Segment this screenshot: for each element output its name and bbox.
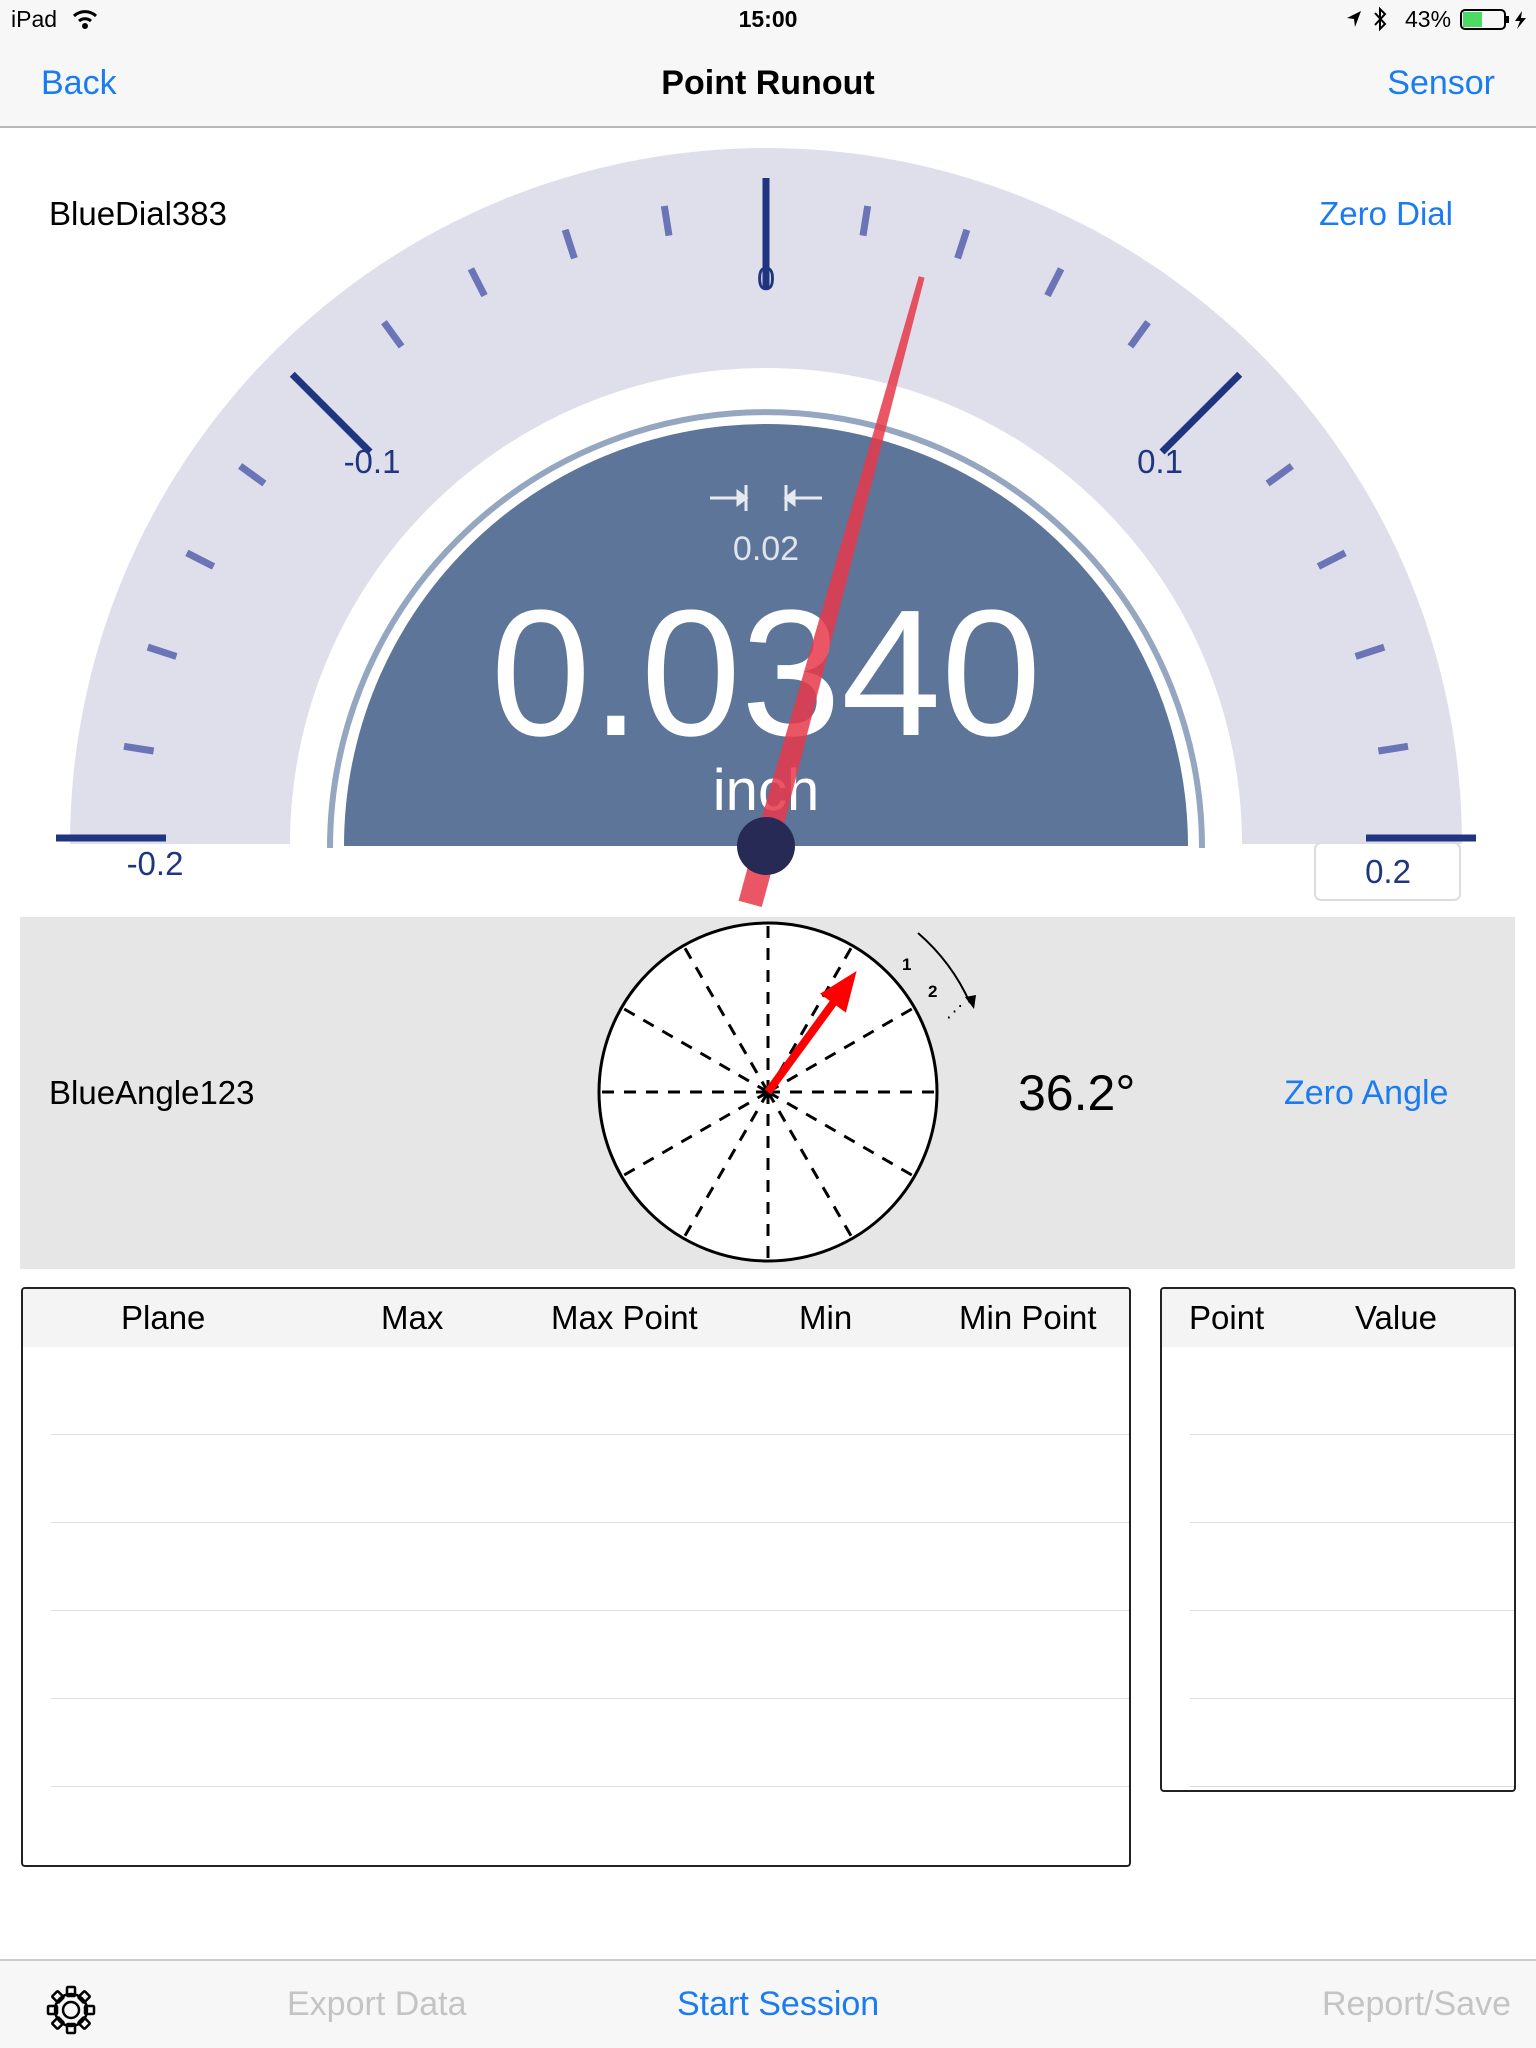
settings-gear-icon[interactable]: [46, 1985, 96, 2035]
table-row[interactable]: [1190, 1699, 1514, 1787]
table-row[interactable]: [51, 1699, 1129, 1787]
plane-table: Plane Max Max Point Min Min Point: [21, 1287, 1131, 1867]
dial-sensor-name: BlueDial383: [49, 195, 227, 232]
col-plane: Plane: [121, 1299, 206, 1336]
minor-tick: [660, 205, 673, 237]
angle-panel: BlueAngle123 1 2 ⋰ 36.2° Zero Angle: [20, 917, 1515, 1269]
report-save-button[interactable]: Report/Save: [1322, 1985, 1511, 2024]
page-title: Point Runout: [661, 64, 875, 102]
table-row[interactable]: [1190, 1523, 1514, 1611]
angle-diagram: 1 2 ⋰: [597, 921, 976, 1263]
start-session-button[interactable]: Start Session: [677, 1985, 879, 2024]
col-min: Min: [799, 1299, 853, 1336]
angle-sensor-name: BlueAngle123: [49, 1074, 255, 1111]
tick-label-minus-0.1: -0.1: [344, 443, 401, 480]
col-min-point: Min Point: [959, 1299, 1097, 1336]
reading-value: 0.0340: [491, 573, 1042, 774]
table-row[interactable]: [51, 1611, 1129, 1699]
zero-dial-button[interactable]: Zero Dial: [1319, 195, 1453, 232]
table-row[interactable]: [51, 1435, 1129, 1523]
col-max-point: Max Point: [551, 1299, 698, 1336]
seq-label-2: 2: [928, 982, 937, 1001]
col-point: Point: [1189, 1299, 1265, 1336]
battery-icon: [1460, 9, 1526, 30]
point-table: Point Value: [1160, 1287, 1516, 1792]
seq-label-1: 1: [902, 955, 911, 974]
minor-tick: [859, 205, 872, 237]
minor-tick: [1377, 742, 1409, 755]
table-row[interactable]: [51, 1523, 1129, 1611]
nav-bar: Back Point Runout Sensor: [0, 40, 1536, 128]
tolerance-value: 0.02: [733, 530, 799, 568]
angle-value: 36.2°: [1018, 1065, 1136, 1121]
tick-label-minus-0.2: -0.2: [127, 845, 184, 882]
bluetooth-icon: [1374, 6, 1387, 32]
table-row[interactable]: [1190, 1347, 1514, 1435]
needle-hub: [737, 817, 795, 875]
rotation-arrow-icon: [917, 932, 971, 1004]
export-data-button[interactable]: Export Data: [287, 1985, 467, 2024]
plane-table-header: Plane Max Max Point Min Min Point: [23, 1289, 1129, 1347]
table-row[interactable]: [1190, 1611, 1514, 1699]
sensor-button[interactable]: Sensor: [1387, 64, 1495, 103]
clock: 15:00: [738, 6, 798, 32]
location-arrow-icon: [1347, 11, 1361, 27]
tick-label-plus-0.2: 0.2: [1365, 853, 1411, 890]
battery-percent: 43%: [1405, 6, 1452, 32]
col-value: Value: [1355, 1299, 1437, 1336]
minor-tick: [123, 742, 155, 755]
bottom-toolbar: Export Data Start Session Report/Save: [0, 1959, 1536, 2048]
tick-label-0: 0: [757, 260, 775, 297]
dial-gauge: 0 -0.1 0.1 -0.2 0.2 0.02 0.0340 inch Blu…: [49, 148, 1476, 908]
zero-angle-button[interactable]: Zero Angle: [1284, 1074, 1448, 1113]
seq-ellipsis: ⋰: [946, 1002, 963, 1021]
tick-label-plus-0.1: 0.1: [1137, 443, 1183, 480]
col-max: Max: [381, 1299, 444, 1336]
table-row[interactable]: [1190, 1435, 1514, 1523]
table-row[interactable]: [51, 1347, 1129, 1435]
point-table-header: Point Value: [1162, 1289, 1514, 1347]
status-bar: iPad 15:00 43%: [0, 0, 1536, 40]
charging-bolt-icon: [1515, 11, 1526, 29]
